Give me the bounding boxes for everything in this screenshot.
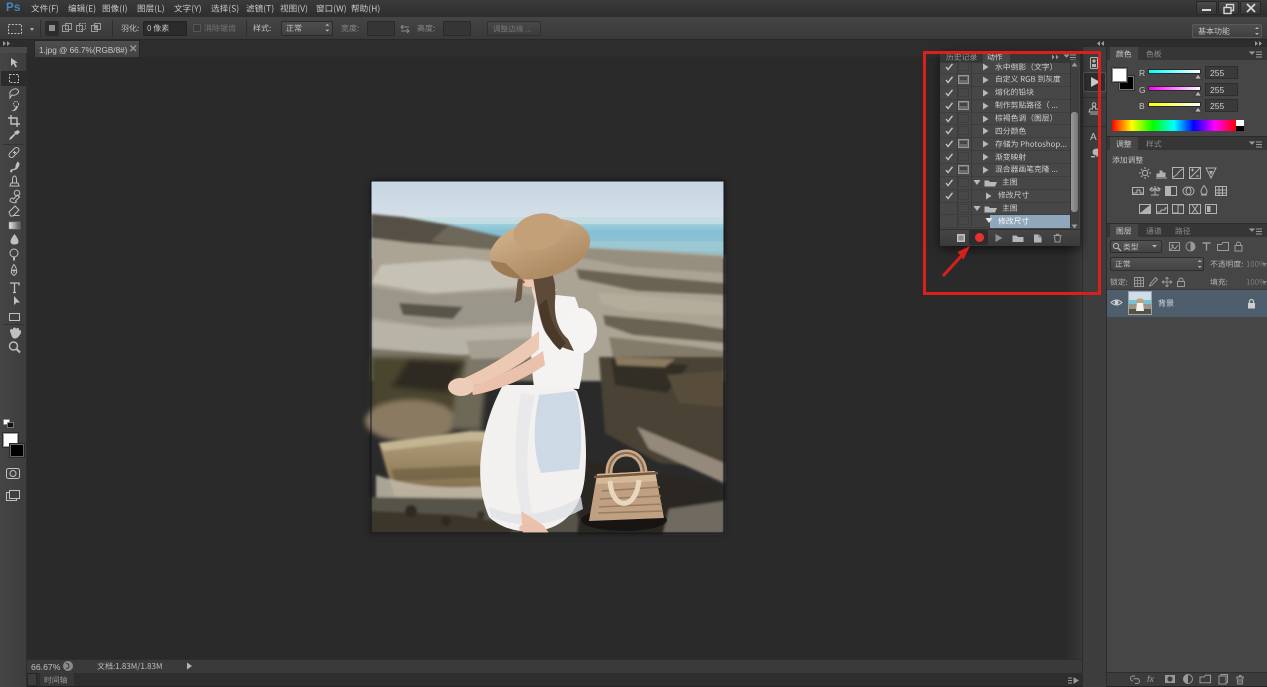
svg-text:fx: fx bbox=[1147, 674, 1155, 684]
